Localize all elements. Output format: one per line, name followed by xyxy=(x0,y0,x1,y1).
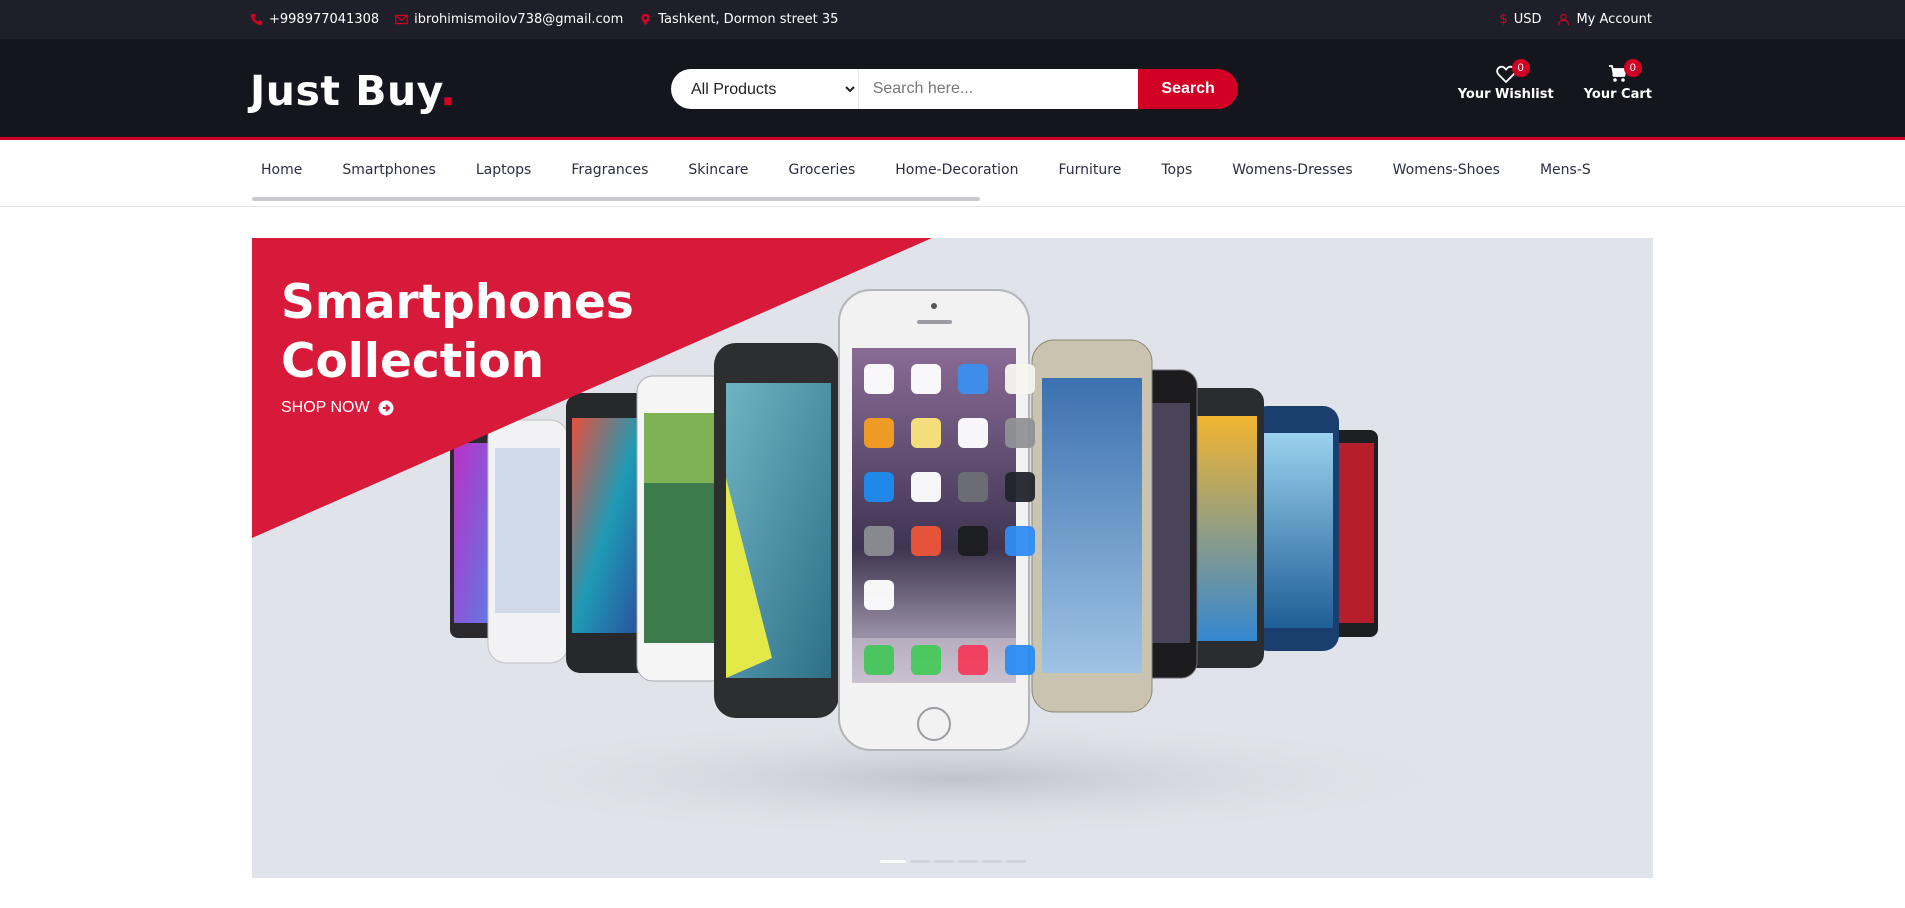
nav-item-furniture[interactable]: Furniture xyxy=(1058,162,1121,178)
shop-now-label: SHOP NOW xyxy=(281,399,370,416)
currency-label: USD xyxy=(1513,12,1542,27)
address-link[interactable]: Tashkent, Dormon street 35 xyxy=(639,12,838,27)
user-icon xyxy=(1558,13,1570,26)
nav-item-skincare[interactable]: Skincare xyxy=(688,162,748,178)
dollar-icon: $ xyxy=(1499,12,1508,27)
cart-count-badge: 0 xyxy=(1623,59,1642,77)
slider-dot[interactable] xyxy=(982,860,1002,863)
hero-title: Smartphones Collection xyxy=(281,275,634,389)
my-account-label: My Account xyxy=(1576,12,1652,27)
envelope-icon xyxy=(395,14,408,25)
nav-item-womens-shoes[interactable]: Womens-Shoes xyxy=(1393,162,1500,178)
cart-label: Your Cart xyxy=(1583,87,1652,102)
email-address: ibrohimismoilov738@gmail.com xyxy=(414,12,624,27)
search-button[interactable]: Search xyxy=(1138,69,1238,109)
category-select[interactable]: All Products xyxy=(671,69,859,109)
wishlist-button[interactable]: Your Wishlist 0 xyxy=(1457,59,1554,102)
cart-button[interactable]: Your Cart 0 xyxy=(1583,59,1652,102)
slider-dot[interactable] xyxy=(934,860,954,863)
slider-dot[interactable] xyxy=(910,860,930,863)
nav-scroll-container[interactable]: Home Smartphones Laptops Fragrances Skincare… xyxy=(250,142,1652,202)
wishlist-count-badge: 0 xyxy=(1511,59,1530,77)
slider-dot[interactable] xyxy=(958,860,978,863)
email-link[interactable]: ibrohimismoilov738@gmail.com xyxy=(395,12,623,27)
header-actions: Your Wishlist 0 Your Cart 0 xyxy=(1457,59,1652,102)
phone-icon xyxy=(250,13,263,26)
contact-info: +998977041308 ibrohimismoilov738@gmail.c… xyxy=(250,12,838,27)
phone-number: +998977041308 xyxy=(269,12,380,27)
phone-link[interactable]: +998977041308 xyxy=(250,12,379,27)
hero-banner: Smartphones Collection SHOP NOW xyxy=(252,238,1653,878)
arrow-circle-right-icon xyxy=(378,400,394,416)
nav-item-smartphones[interactable]: Smartphones xyxy=(342,162,435,178)
currency-selector[interactable]: $ USD xyxy=(1499,12,1541,27)
nav-item-mens-s[interactable]: Mens-S xyxy=(1540,162,1591,178)
nav-item-womens-dresses[interactable]: Womens-Dresses xyxy=(1232,162,1352,178)
search-input[interactable] xyxy=(858,69,1139,109)
slider-dot[interactable] xyxy=(880,860,906,863)
shop-now-button[interactable]: SHOP NOW xyxy=(281,399,394,417)
address-text: Tashkent, Dormon street 35 xyxy=(658,12,839,27)
nav-list: Home Smartphones Laptops Fragrances Skincare… xyxy=(250,142,1652,198)
nav-item-laptops[interactable]: Laptops xyxy=(476,162,532,178)
logo-text: Just Buy xyxy=(250,67,441,115)
nav-item-home-decoration[interactable]: Home-Decoration xyxy=(895,162,1018,178)
logo-dot: . xyxy=(440,67,457,115)
nav-item-groceries[interactable]: Groceries xyxy=(789,162,856,178)
nav-scrollbar[interactable] xyxy=(252,197,980,201)
site-logo[interactable]: Just Buy. xyxy=(250,67,456,115)
my-account-link[interactable]: My Account xyxy=(1557,12,1652,27)
main-header: Just Buy. All Products Search Your Wishl… xyxy=(0,39,1905,140)
wishlist-label: Your Wishlist xyxy=(1457,87,1554,102)
search-form: All Products Search xyxy=(671,69,1238,109)
nav-item-tops[interactable]: Tops xyxy=(1161,162,1192,178)
map-marker-icon xyxy=(641,13,650,26)
slider-dots xyxy=(880,860,1026,863)
slider-dot[interactable] xyxy=(1006,860,1026,863)
top-bar: +998977041308 ibrohimismoilov738@gmail.c… xyxy=(0,0,1905,39)
account-links: $ USD My Account xyxy=(1499,12,1652,27)
nav-item-home[interactable]: Home xyxy=(261,162,302,178)
nav-item-fragrances[interactable]: Fragrances xyxy=(571,162,648,178)
